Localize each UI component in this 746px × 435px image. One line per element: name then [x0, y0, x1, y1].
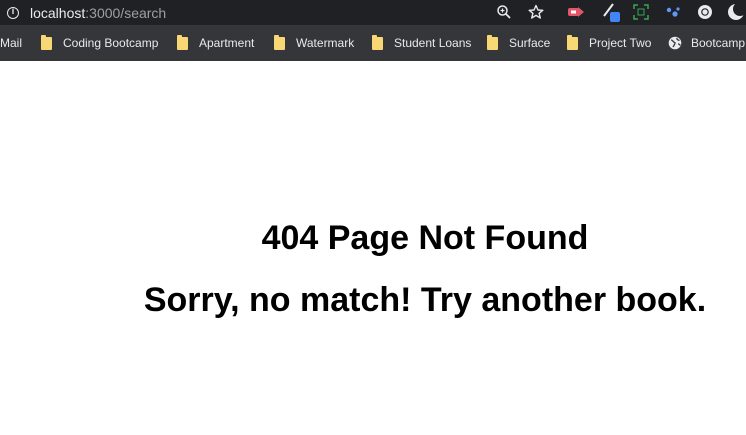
bookmark-bootcamp[interactable]: Bootcamp [668, 25, 745, 61]
folder-icon [274, 34, 285, 50]
folder-icon [372, 34, 383, 50]
folder-icon [567, 34, 578, 50]
globe-icon [668, 36, 682, 50]
bookmark-apartment[interactable]: Apartment [177, 25, 254, 61]
bookmark-label: Bootcamp [691, 36, 746, 50]
dark-mode-icon[interactable] [726, 3, 746, 21]
page-content: 404 Page Not Found Sorry, no match! Try … [0, 61, 746, 435]
zoom-icon[interactable] [496, 3, 512, 21]
bookmark-label: Student Loans [394, 36, 472, 50]
bookmark-label: Project Two [589, 36, 652, 50]
bookmark-student-loans[interactable]: Student Loans [372, 25, 471, 61]
extension-paw-icon[interactable] [664, 3, 682, 21]
bookmark-label: Watermark [296, 36, 355, 50]
bookmark-label: Mail [0, 36, 23, 50]
not-found-message: Sorry, no match! Try another book. [143, 281, 707, 319]
bookmark-coding-bootcamp[interactable]: Coding Bootcamp [41, 25, 158, 61]
extension-screenshot-icon[interactable] [632, 3, 650, 21]
bookmark-label: Apartment [199, 36, 255, 50]
bookmark-mail[interactable]: Mail [0, 25, 22, 61]
bookmark-watermark[interactable]: Watermark [274, 25, 354, 61]
extension-circle-icon[interactable] [696, 3, 714, 21]
folder-icon [487, 34, 498, 50]
bookmark-project-two[interactable]: Project Two [567, 25, 651, 61]
folder-icon [41, 34, 52, 50]
bookmarks-bar: Mail Coding Bootcamp Apartment Watermark… [0, 25, 746, 61]
bookmark-label: Surface [509, 36, 551, 50]
folder-icon [177, 34, 188, 50]
extension-red-icon[interactable] [566, 3, 586, 21]
extension-pen-icon[interactable] [601, 3, 623, 22]
page-title: 404 Page Not Found [261, 219, 589, 257]
star-icon[interactable] [527, 3, 545, 21]
bookmark-surface[interactable]: Surface [487, 25, 550, 61]
toolbar-icons [0, 0, 746, 25]
bookmark-label: Coding Bootcamp [63, 36, 159, 50]
